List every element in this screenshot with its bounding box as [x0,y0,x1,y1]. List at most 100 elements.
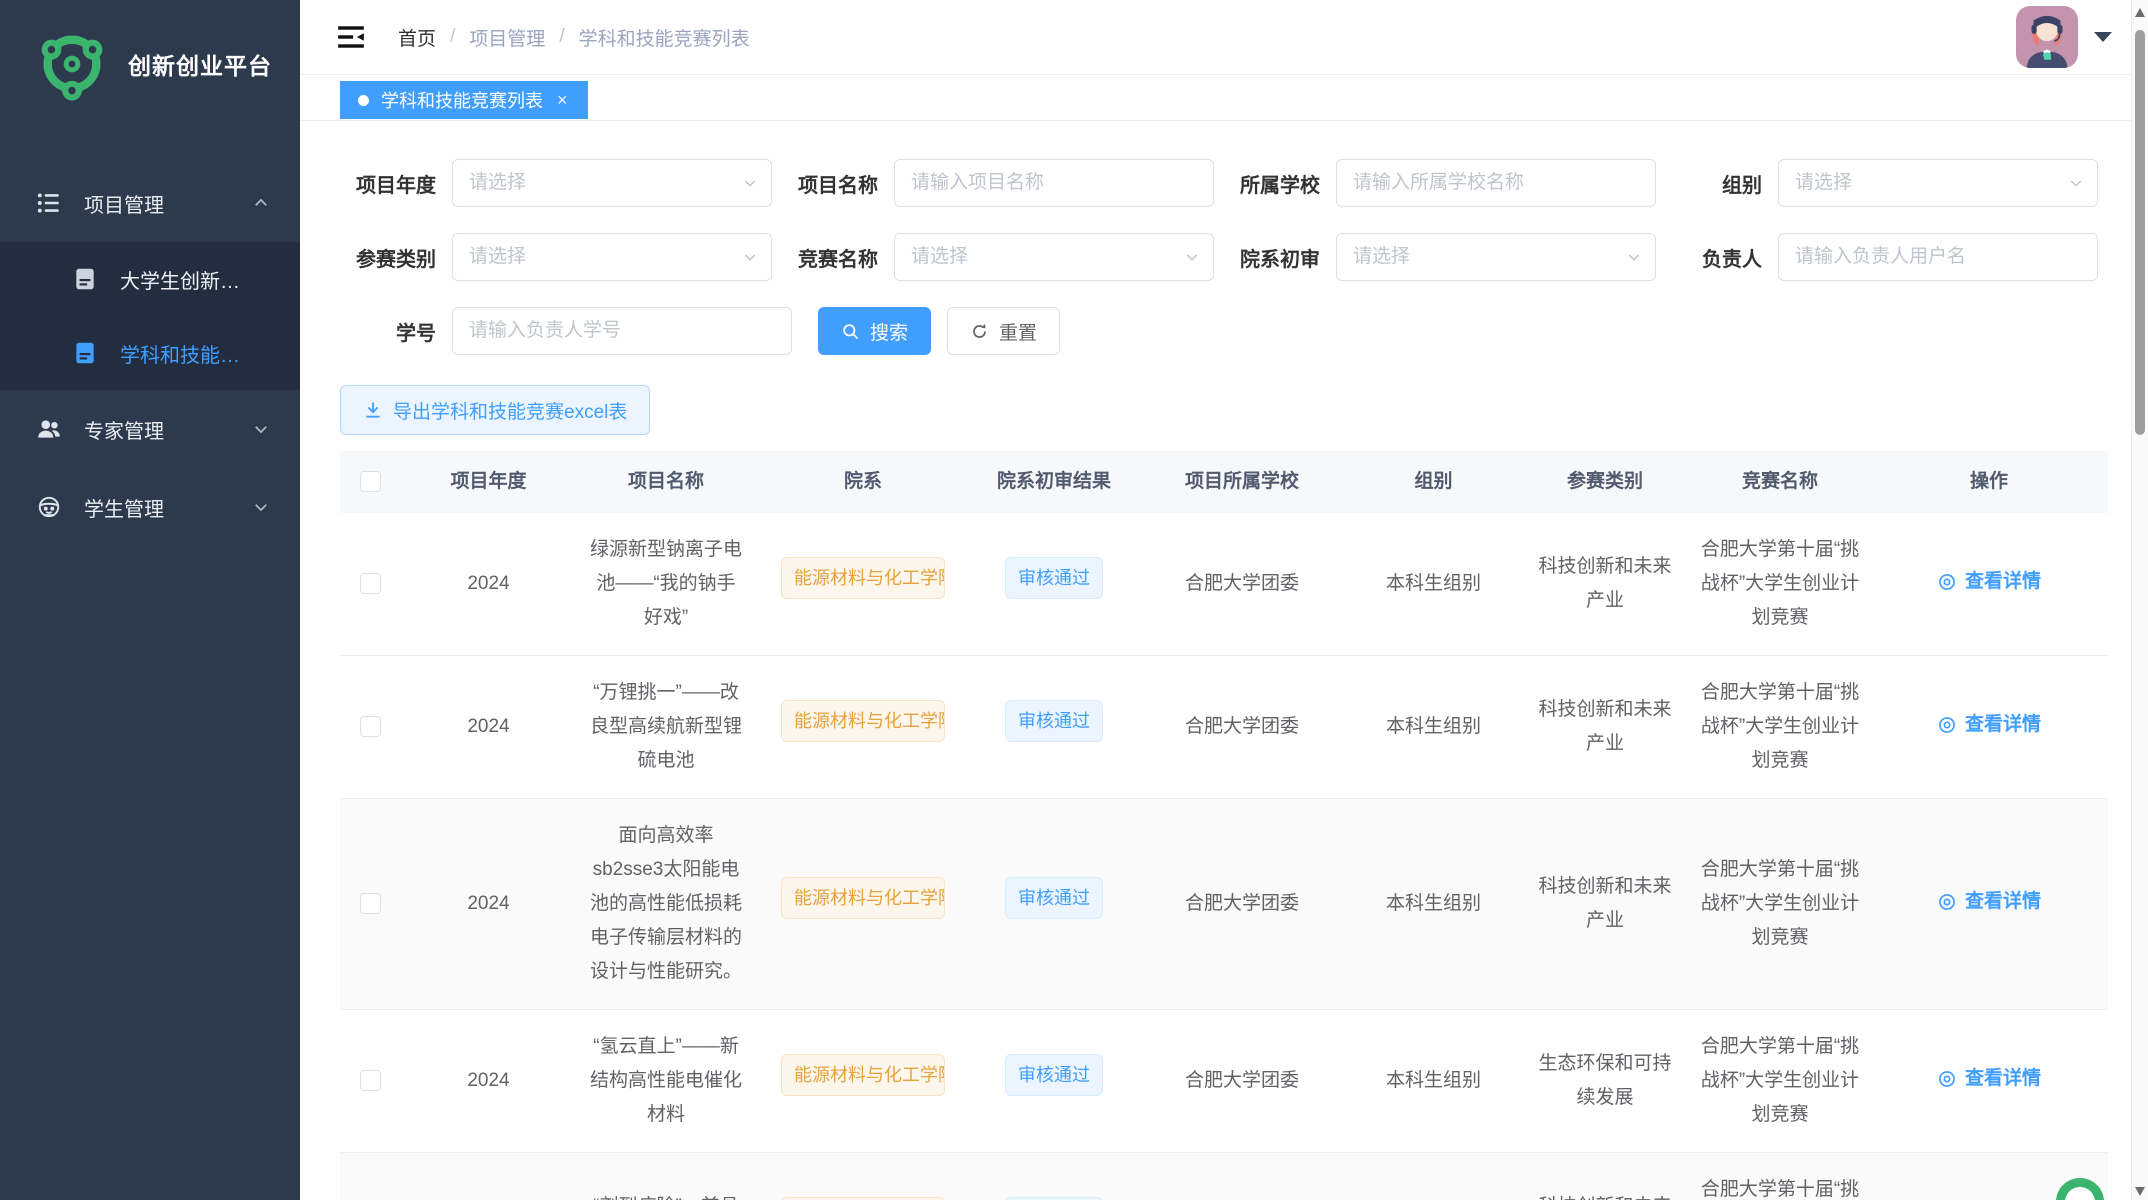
view-details-label: 查看详情 [1965,1062,2041,1096]
tab-bar: 学科和技能竞赛列表 × [300,75,2148,121]
filter-leader: 负责人 [1666,233,2098,281]
filter-label: 院系初审 [1224,243,1336,272]
view-details-label: 查看详情 [1965,565,2041,599]
select-all-checkbox[interactable] [360,471,381,492]
sidebar-item-undergrad-innovation[interactable]: 大学生创新… [0,242,300,316]
filter-label: 项目年度 [340,169,452,198]
cell-project-year: 2024 [400,690,577,764]
filter-row-2: 参赛类别 竞赛名称 院系初审 [340,233,2108,281]
department-tag: 能源材料与化工学院 [781,557,945,599]
school-input[interactable] [1336,159,1656,207]
vertical-scrollbar[interactable] [2131,0,2148,1200]
sidebar: 创新创业平台 项目管理 [0,0,300,1200]
tab-close-icon[interactable]: × [555,90,570,111]
competition-select[interactable] [894,233,1214,281]
page-content: 项目年度 项目名称 所属学校 [300,121,2148,1200]
row-checkbox[interactable] [360,893,381,914]
filter-competition: 竞赛名称 [782,233,1214,281]
table-row: 2024 “氢云直上”——新结构高性能电催化材料 能源材料与化工学院 审核通过 … [340,1010,2108,1153]
cell-school: 合肥大学团委 [1137,1187,1347,1200]
leader-input[interactable] [1778,233,2098,281]
cell-project-year: 2024 [400,547,577,621]
row-checkbox[interactable] [360,573,381,594]
filter-project-name: 项目名称 [782,159,1214,207]
table-row: 2024 “剂到病除”—兼具pH响应和光热治疗 能源材料与化工学院 审核通过 合… [340,1153,2108,1200]
scrollbar-thumb[interactable] [2135,30,2145,435]
app-root: 创新创业平台 项目管理 [0,0,2148,1200]
cell-group: 本科生组别 [1347,690,1520,764]
breadcrumb-item-current: 学科和技能竞赛列表 [579,24,750,51]
tab-active-dot [358,95,369,106]
cell-category: 生态环保和可持续发展 [1520,1027,1690,1135]
view-details-label: 查看详情 [1965,885,2041,919]
row-checkbox[interactable] [360,716,381,737]
review-status-tag: 审核通过 [1005,877,1103,919]
search-button[interactable]: 搜索 [818,307,931,355]
cell-competition: 合肥大学第十届“挑战杯”大学生创业计划竞赛 [1690,1153,1870,1200]
refresh-icon [970,322,989,341]
tab-subject-skill-list[interactable]: 学科和技能竞赛列表 × [340,81,588,119]
row-checkbox[interactable] [360,1070,381,1091]
view-icon [1937,892,1957,912]
project-name-input[interactable] [894,159,1214,207]
sidebar-item-expert-mgmt[interactable]: 专家管理 [0,390,300,468]
table-header-row: 项目年度 项目名称 院系 院系初审结果 项目所属学校 组别 参赛类别 竞赛名称 … [340,451,2108,513]
cell-group: 本科生组别 [1347,867,1520,941]
view-details-link[interactable]: 查看详情 [1937,885,2041,919]
cell-category: 科技创新和未来产业 [1520,673,1690,781]
dept-review-select[interactable] [1336,233,1656,281]
cell-school: 合肥大学团委 [1137,1044,1347,1118]
review-status-tag: 审核通过 [1005,557,1103,599]
department-tag: 能源材料与化工学院 [781,1054,945,1096]
export-excel-button[interactable]: 导出学科和技能竞赛excel表 [340,385,650,435]
cell-project-name: “剂到病除”—兼具pH响应和光热治疗 [577,1170,755,1200]
filter-label: 所属学校 [1224,169,1336,198]
breadcrumb-item-home[interactable]: 首页 [398,24,436,51]
student-id-input[interactable] [452,307,792,355]
sidebar-item-subject-skill[interactable]: 学科和技能… [0,316,300,390]
cell-project-year: 2024 [400,1044,577,1118]
users-icon [36,416,62,442]
avatar[interactable] [2016,6,2078,68]
cell-school: 合肥大学团委 [1137,547,1347,621]
column-header: 项目年度 [400,465,577,499]
filter-student-id: 学号 [340,307,792,355]
chevron-down-icon [252,498,270,516]
cell-project-name: 面向高效率sb2sse3太阳能电池的高性能低损耗电子传输层材料的设计与性能研究。 [577,799,755,1009]
student-icon [36,494,62,520]
project-year-select[interactable] [452,159,772,207]
breadcrumb-separator: / [559,26,564,48]
cell-competition: 合肥大学第十届“挑战杯”大学生创业计划竞赛 [1690,833,1870,975]
sidebar-submenu: 大学生创新… 学科和技能… [0,242,300,390]
cell-project-name: 绿源新型钠离子电池——“我的钠手好戏” [577,513,755,655]
group-select[interactable] [1778,159,2098,207]
sidebar-item-project-mgmt[interactable]: 项目管理 [0,164,300,242]
scrollbar-up-arrow-icon[interactable] [2135,8,2145,17]
cell-category: 科技创新和未来产业 [1520,850,1690,958]
breadcrumb-item-project-mgmt[interactable]: 项目管理 [469,24,545,51]
column-header: 参赛类别 [1520,465,1690,499]
user-dropdown-caret-icon[interactable] [2094,32,2112,42]
view-details-link[interactable]: 查看详情 [1937,708,2041,742]
filter-label: 学号 [340,317,452,346]
scrollbar-down-arrow-icon[interactable] [2135,1187,2145,1196]
view-details-link[interactable]: 查看详情 [1937,565,2041,599]
sidebar-item-label: 专家管理 [84,415,252,444]
filter-label: 参赛类别 [340,243,452,272]
sidebar-item-student-mgmt[interactable]: 学生管理 [0,468,300,546]
cell-group: 本科生组别 [1347,1044,1520,1118]
cell-school: 合肥大学团委 [1137,690,1347,764]
filter-school: 所属学校 [1224,159,1656,207]
reset-button[interactable]: 重置 [947,307,1060,355]
filter-label: 项目名称 [782,169,894,198]
review-status-tag: 审核通过 [1005,700,1103,742]
category-select[interactable] [452,233,772,281]
view-details-link[interactable]: 查看详情 [1937,1062,2041,1096]
sidebar-collapse-icon[interactable] [336,22,366,52]
sidebar-menu: 项目管理 大学生创新… [0,164,300,546]
competition-table: 项目年度 项目名称 院系 院系初审结果 项目所属学校 组别 参赛类别 竞赛名称 … [340,451,2108,1200]
filter-row-3: 学号 搜索 [340,307,2108,355]
top-header: 首页 / 项目管理 / 学科和技能竞赛列表 [300,0,2148,75]
column-header: 竞赛名称 [1690,465,1870,499]
filter-project-year: 项目年度 [340,159,772,207]
